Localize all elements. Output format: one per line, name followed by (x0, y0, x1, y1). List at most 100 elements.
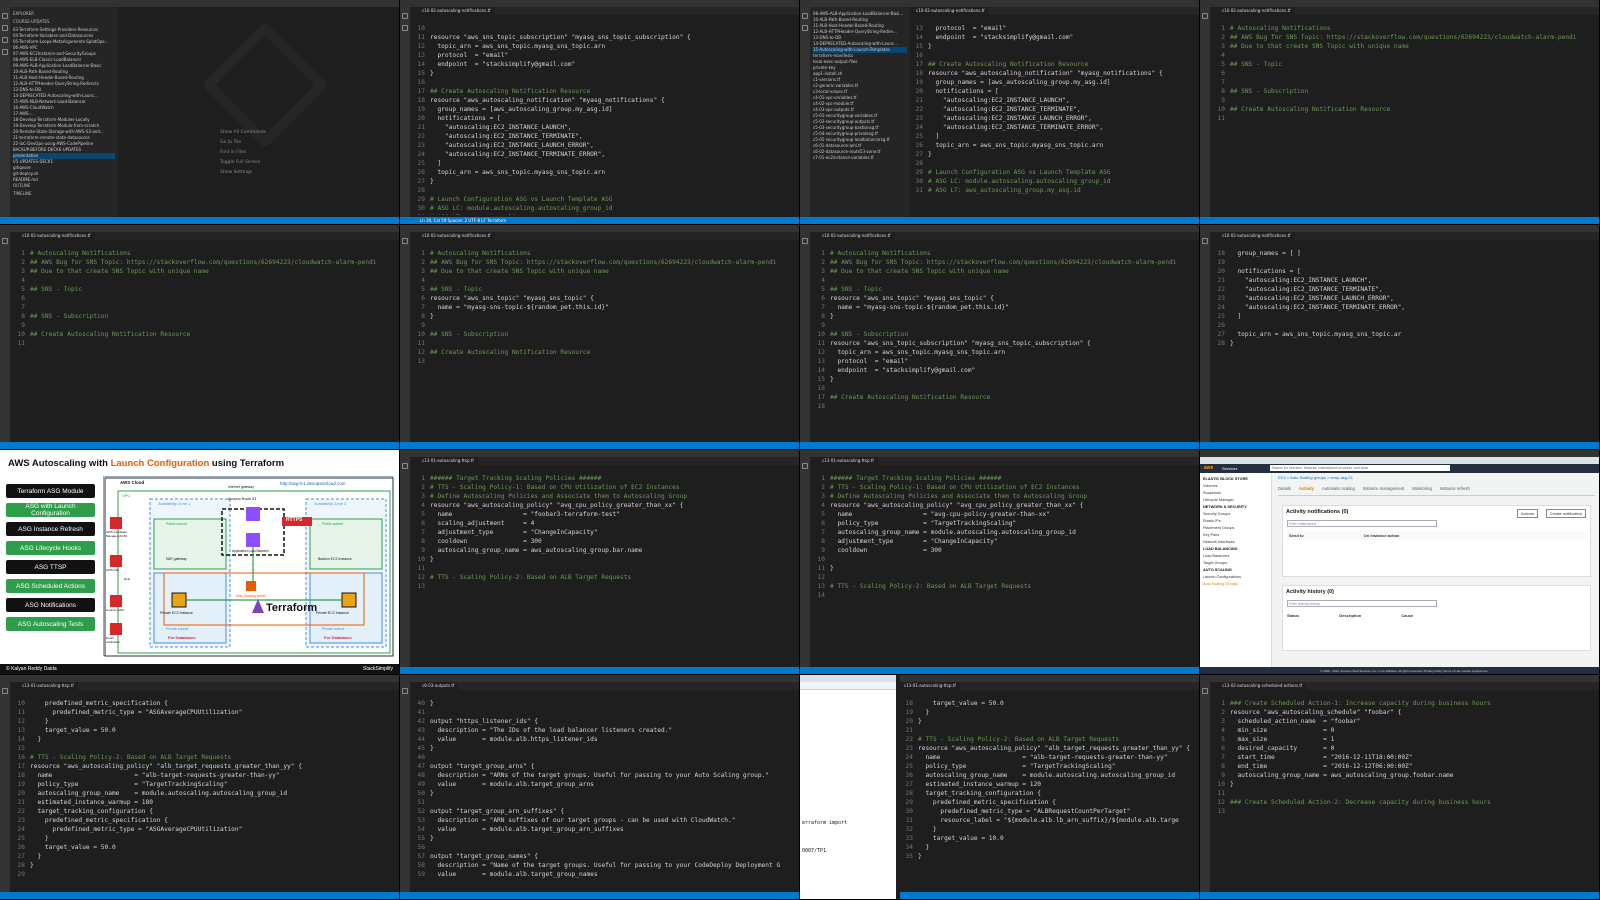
code-editor[interactable]: 1 ###### Target Tracking Scaling Policies… (414, 474, 795, 665)
tab-active-file[interactable]: c13-01-autoscaling-ttsp.tf (900, 682, 960, 690)
welcome-shortcut[interactable]: Toggle Full Screen (220, 160, 266, 170)
services-menu[interactable]: Services (1222, 466, 1237, 471)
sidebar-item[interactable]: Elastic IPs (1203, 518, 1268, 525)
files-icon[interactable] (2, 238, 8, 244)
search-icon[interactable] (2, 25, 8, 31)
tab-active-file[interactable]: c10-02-autoscaling-notifications.tf (18, 232, 95, 240)
asg-tab[interactable]: Activity (1299, 486, 1314, 495)
sidebar-item[interactable]: Target Groups (1203, 560, 1268, 567)
explorer-section[interactable]: COURSE-UPDATES (13, 19, 115, 25)
asg-tab[interactable]: Monitoring (1412, 486, 1432, 495)
code-editor[interactable]: 13 protocol = "email" 14 endpoint = "stac… (912, 24, 1195, 215)
sidebar-item[interactable]: Placement Groups (1203, 525, 1268, 532)
welcome-shortcut[interactable]: Go to File (220, 140, 266, 150)
files-icon[interactable] (402, 13, 408, 19)
welcome-shortcut[interactable]: Show Settings (220, 170, 266, 180)
code-editor[interactable]: 10 predefined_metric_specification {11 p… (14, 699, 395, 890)
files-icon[interactable] (2, 688, 8, 694)
code-editor[interactable]: 1 ###### Target Tracking Scaling Policies… (814, 474, 1195, 665)
topic-button[interactable]: ASG TTSP (6, 560, 95, 574)
welcome-shortcut[interactable]: Show All Commands (220, 130, 266, 140)
search-icon[interactable] (402, 25, 408, 31)
code-text: "autoscaling:EC2_INSTANCE_TERMINATE", (928, 106, 1081, 113)
tile-editor-empty-template: c10-02-autoscaling-notifications.tf 1 # A… (1200, 0, 1600, 225)
search-icon[interactable] (802, 25, 808, 31)
browser-address-bar[interactable] (800, 682, 896, 690)
code-editor[interactable]: 1 ### Create Scheduled Action-1: Increase… (1214, 699, 1595, 890)
actions-button[interactable]: Actions (1516, 509, 1538, 518)
code-editor[interactable]: 18 target_value = 50.0 19 } 20} 21 22 # TTS -… (902, 699, 1195, 890)
files-icon[interactable] (402, 463, 408, 469)
files-icon[interactable] (402, 238, 408, 244)
sidebar-item[interactable]: Key Pairs (1203, 532, 1268, 539)
file-tree-item[interactable]: c7-01-ec2instance-variables.tf (813, 155, 907, 161)
code-editor[interactable]: 1 # Autoscaling Notifications 2 ## AWS Bug … (814, 249, 1195, 440)
line-number: 28 (915, 160, 923, 167)
line-number: 9 (421, 322, 425, 329)
code-editor[interactable]: 18 group_names = [ ] 19 20 notifications =… (1214, 249, 1595, 440)
files-icon[interactable] (1202, 688, 1208, 694)
code-editor[interactable]: 40} 41 42 output "https_listener_ids" {43 d… (414, 699, 795, 890)
sidebar-item[interactable]: Lifecycle Manager (1203, 497, 1268, 504)
topic-button[interactable]: ASG Scheduled Actions (6, 579, 95, 593)
files-icon[interactable] (1202, 13, 1208, 19)
sidebar-item[interactable]: Auto Scaling Groups (1203, 581, 1268, 588)
tab-active-file[interactable]: c10-02-autoscaling-notifications.tf (1218, 232, 1295, 240)
code-editor[interactable]: 1 # Autoscaling Notifications 2 ## AWS Bug … (14, 249, 395, 440)
create-notification-button[interactable]: Create notification (1545, 509, 1586, 518)
welcome-shortcut[interactable]: Find in Files (220, 150, 266, 160)
sidebar-item[interactable]: Snapshots (1203, 490, 1268, 497)
tab-active-file[interactable]: c10-02-autoscaling-notifications.tf (912, 7, 989, 15)
sidebar-item[interactable]: Security Groups (1203, 511, 1268, 518)
files-icon[interactable] (802, 238, 808, 244)
sidebar-item[interactable]: Network Interfaces (1203, 539, 1268, 546)
tab-active-file[interactable]: c13-01-autoscaling-ttsp.tf (418, 457, 478, 465)
tab-active-file[interactable]: c13-01-autoscaling-ttsp.tf (818, 457, 878, 465)
aws-footer: © 2008 - 2021, Amazon Web Services, Inc.… (1200, 667, 1599, 674)
tab-active-file[interactable]: c13-01-autoscaling-ttsp.tf (18, 682, 78, 690)
line-number: 4 (1221, 52, 1225, 59)
tab-active-file[interactable]: c10-02-autoscaling-notifications.tf (418, 7, 495, 15)
source-control-icon[interactable] (2, 37, 8, 43)
asg-tab[interactable]: Details (1278, 486, 1291, 495)
breadcrumb[interactable]: EC2 > Auto Scaling groups > temp-asg-01 (1278, 475, 1595, 482)
code-line: 49 value = module.alb.target_group_arns (414, 780, 795, 789)
topic-button[interactable]: ASG Instance Refresh (6, 522, 95, 536)
search-input[interactable]: Search for services, features, marketpla… (1270, 465, 1450, 471)
topic-button[interactable]: ASG Notifications (6, 598, 95, 612)
asg-tab[interactable]: Automatic scaling (1322, 486, 1355, 495)
tab-active-file[interactable]: c13-02-autoscaling-scheduled-actions.tf (1218, 682, 1307, 690)
code-editor[interactable]: 1 # Autoscaling Notifications 2 ## AWS Bug … (1214, 24, 1595, 215)
files-icon[interactable] (402, 688, 408, 694)
files-icon[interactable] (802, 463, 808, 469)
topic-button[interactable]: ASG with Launch Configuration (6, 503, 95, 517)
code-editor[interactable]: 1 # Autoscaling Notifications 2 ## AWS Bug … (414, 249, 795, 440)
files-icon[interactable] (2, 13, 8, 19)
files-icon[interactable] (1202, 238, 1208, 244)
code-line: 42 output "https_listener_ids" { (414, 717, 795, 726)
tab-active-file[interactable]: c10-02-autoscaling-notifications.tf (818, 232, 895, 240)
outline-section[interactable]: OUTLINE (13, 183, 115, 189)
files-icon[interactable] (802, 13, 808, 19)
topic-button[interactable]: ASG Autoscaling Tests (6, 617, 95, 631)
timeline-section[interactable]: TIMELINE (13, 191, 115, 197)
sidebar-item[interactable]: Volumes (1203, 483, 1268, 490)
sidebar-item[interactable]: Load Balancers (1203, 553, 1268, 560)
tab-active-file[interactable]: c6-03-outputs.tf (418, 682, 459, 690)
tab-active-file[interactable]: c10-02-autoscaling-notifications.tf (418, 232, 495, 240)
topic-button[interactable]: Terraform ASG Module (6, 484, 95, 498)
explorer-panel: EXPLORER COURSE-UPDATES 03-Terraform-Set… (10, 7, 118, 217)
tab-active-file[interactable]: c10-02-autoscaling-notifications.tf (1218, 7, 1295, 15)
filter-input[interactable]: Filter notifications (1287, 520, 1437, 527)
line-number: 6 (821, 520, 825, 527)
code-editor[interactable]: 10 11 resource "aws_sns_topic_subscription… (414, 24, 795, 215)
filter-history-input[interactable]: Filter activity history (1287, 600, 1437, 607)
tile-editor-ttsp-3: c13-01-autoscaling-ttsp.tf 10 predefined… (0, 675, 400, 900)
topic-button[interactable]: ASG Lifecycle Hooks (6, 541, 95, 555)
sidebar-item[interactable]: Launch Configurations (1203, 574, 1268, 581)
asg-tab[interactable]: Instance refresh (1440, 486, 1470, 495)
extensions-icon[interactable] (2, 49, 8, 55)
asg-tab[interactable]: Instance management (1363, 486, 1404, 495)
